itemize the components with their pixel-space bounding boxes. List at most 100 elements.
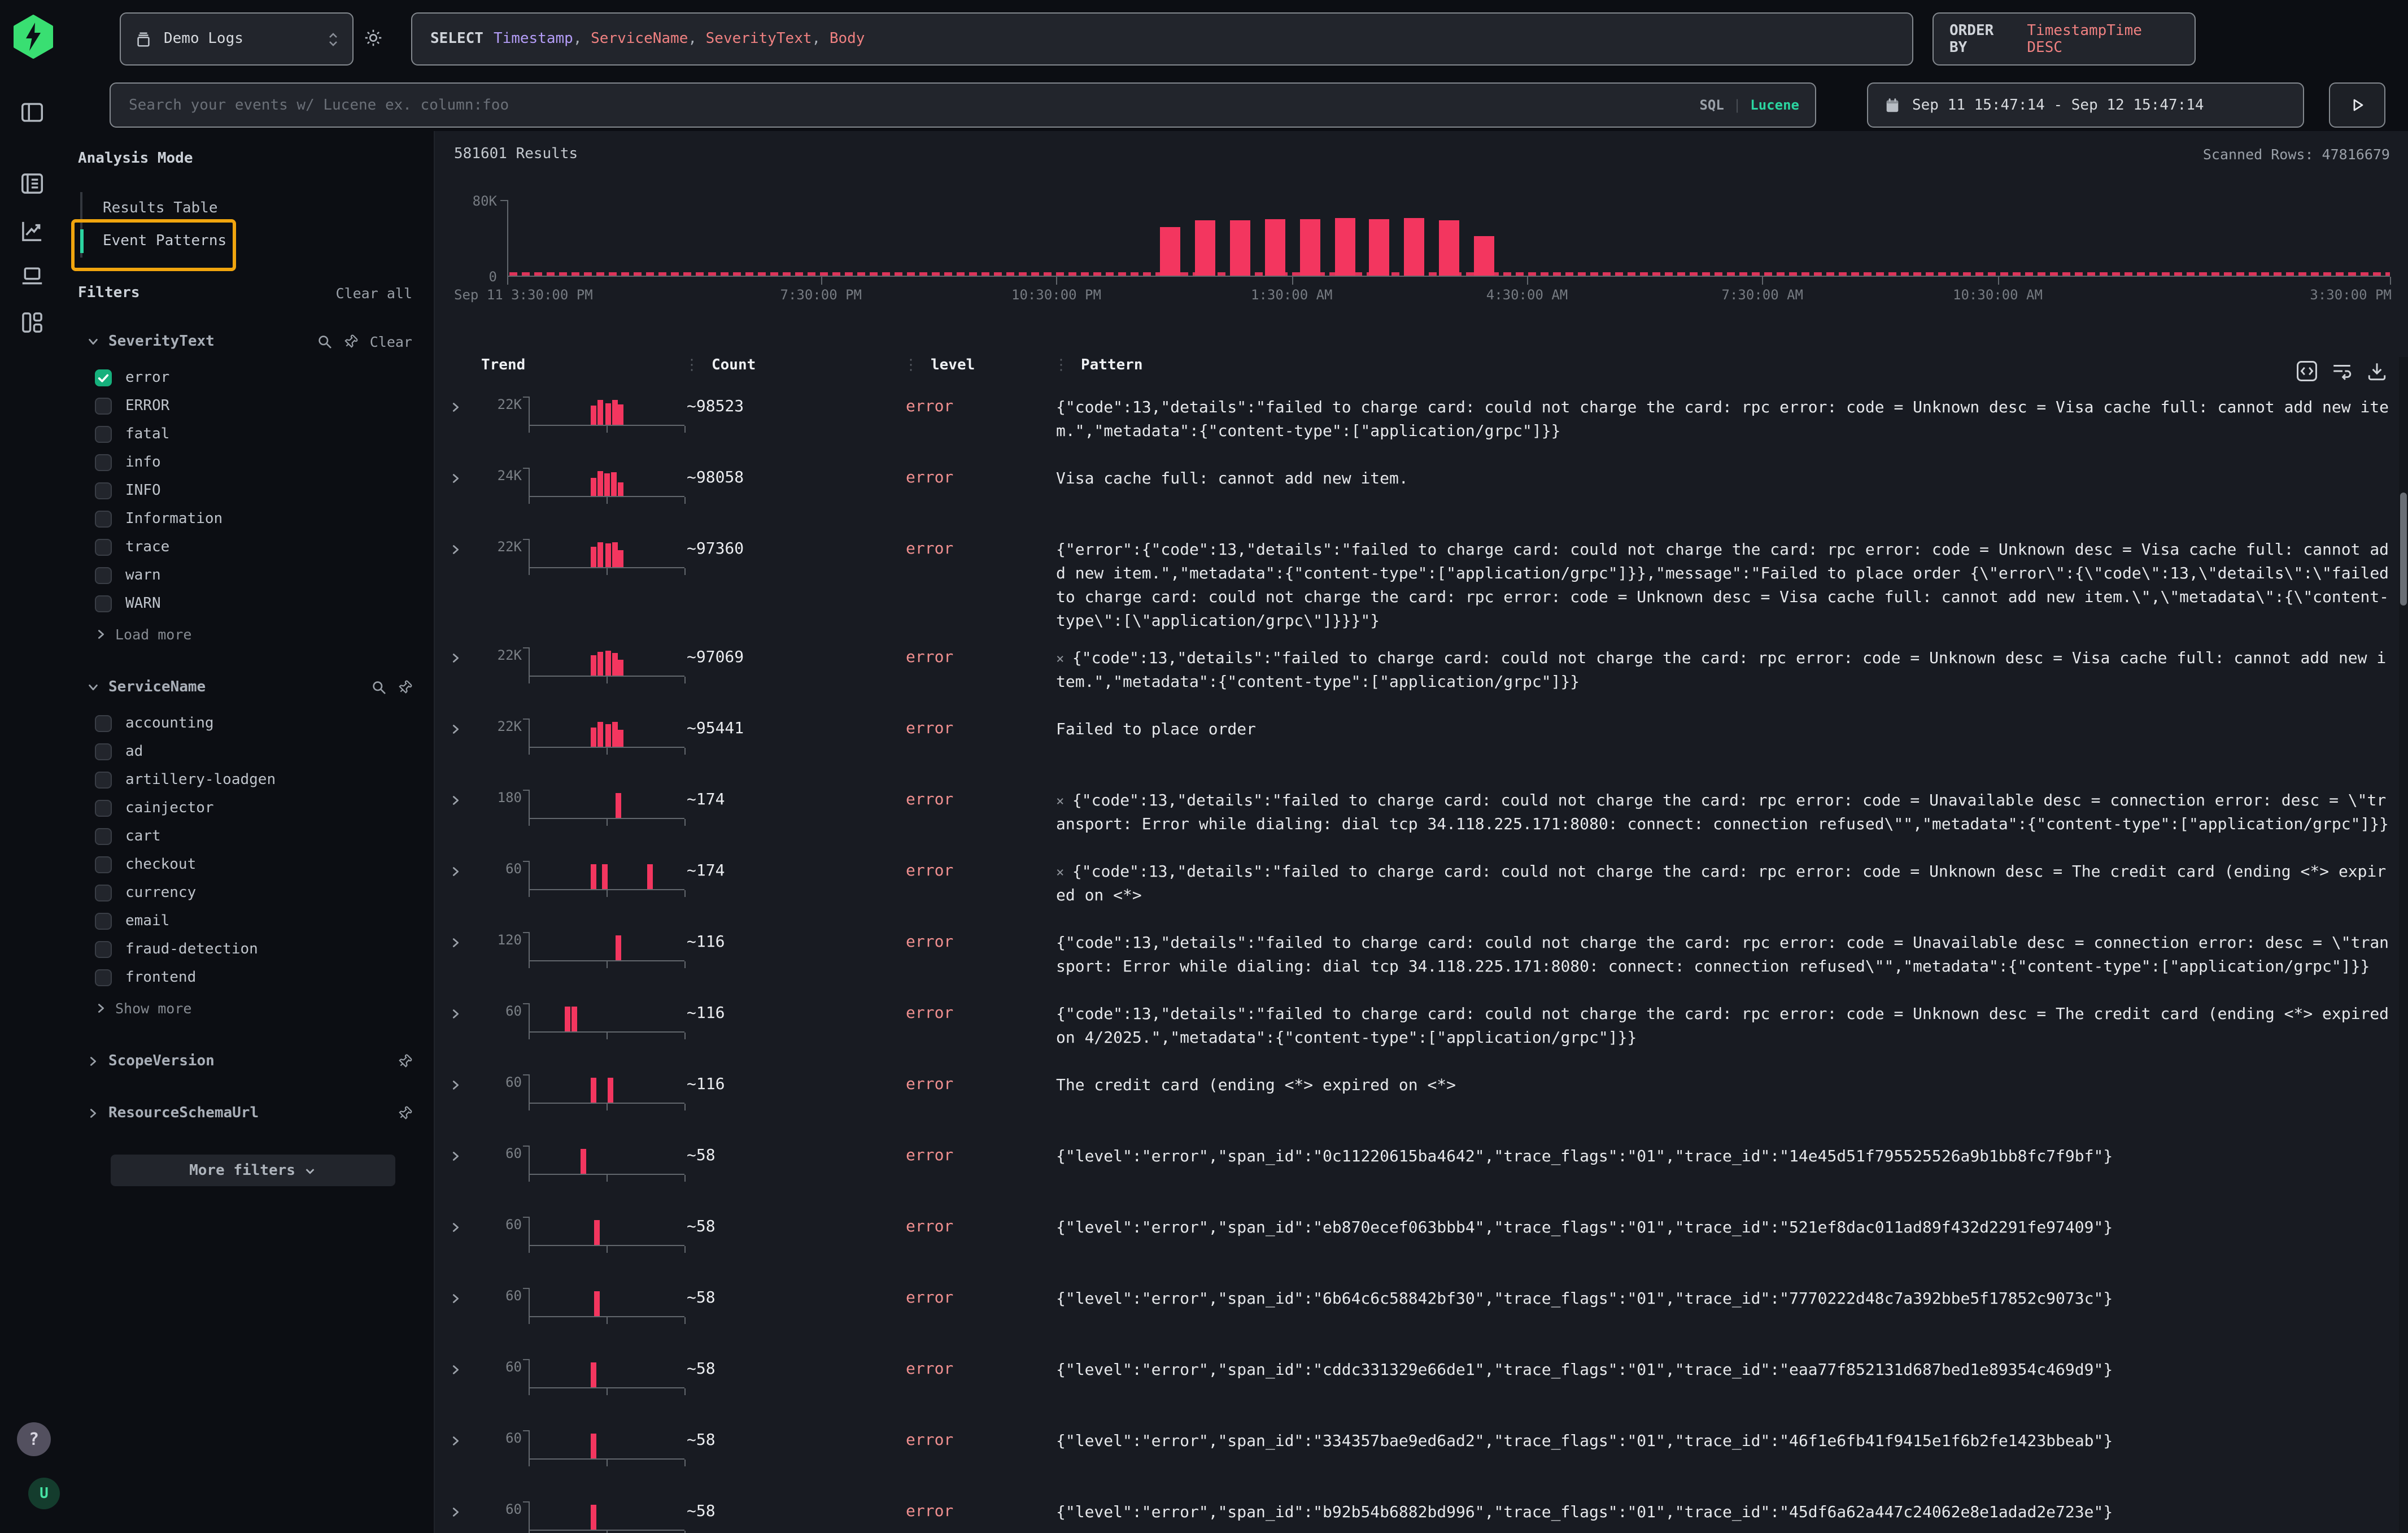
row-expand-chevron-icon[interactable] (450, 1364, 481, 1376)
filter-option-trace[interactable]: trace (95, 533, 418, 561)
row-expand-chevron-icon[interactable] (450, 1008, 481, 1020)
row-expand-chevron-icon[interactable] (450, 472, 481, 485)
checkbox-unchecked[interactable] (95, 743, 112, 760)
filter-option-info[interactable]: info (95, 448, 418, 477)
pattern-row[interactable]: 120~116error{"code":13,"details":"failed… (435, 930, 2399, 1001)
checkbox-unchecked[interactable] (95, 567, 112, 584)
filter-option-artillery-loadgen[interactable]: artillery-loadgen (95, 766, 418, 794)
filter-option-error[interactable]: error (95, 364, 418, 392)
source-selector[interactable]: Demo Logs (120, 12, 354, 66)
row-expand-chevron-icon[interactable] (450, 652, 481, 664)
filter-option-email[interactable]: email (95, 907, 418, 935)
results-histogram[interactable]: 80K0Sep 11 3:30:00 PM7:30:00 PM10:30:00 … (507, 200, 2390, 277)
pattern-row[interactable]: 60~58error{"level":"error","span_id":"cd… (435, 1357, 2399, 1428)
search-icon[interactable] (372, 680, 386, 694)
pattern-row[interactable]: 22K~97360error{"error":{"code":13,"detai… (435, 537, 2399, 645)
pattern-row[interactable]: 22K~95441errorFailed to place order (435, 716, 2399, 787)
checkbox-unchecked[interactable] (95, 595, 112, 612)
pattern-row[interactable]: 60~58error{"level":"error","span_id":"b9… (435, 1499, 2399, 1533)
column-drag-handle-icon[interactable]: ⋮ (904, 357, 918, 374)
pattern-row[interactable]: 22K~97069error× {"code":13,"details":"fa… (435, 645, 2399, 716)
filter-option-ad[interactable]: ad (95, 738, 418, 766)
checkbox-unchecked[interactable] (95, 539, 112, 556)
checkbox-unchecked[interactable] (95, 398, 112, 415)
checkbox-unchecked[interactable] (95, 454, 112, 471)
time-range-picker[interactable]: Sep 11 15:47:14 - Sep 12 15:47:14 (1867, 82, 2304, 128)
row-expand-chevron-icon[interactable] (450, 1079, 481, 1091)
scrollbar-track[interactable] (2399, 357, 2408, 1533)
dashboards-nav-icon[interactable] (19, 310, 45, 336)
load-more-link[interactable]: Load more (95, 620, 418, 647)
checkbox-checked[interactable] (95, 369, 112, 386)
filter-option-warn[interactable]: warn (95, 561, 418, 590)
scrollbar-thumb[interactable] (2400, 493, 2407, 606)
row-expand-chevron-icon[interactable] (450, 1506, 481, 1518)
pin-icon[interactable] (344, 334, 359, 349)
column-header-level[interactable]: ⋮level (906, 357, 1056, 374)
pin-icon[interactable] (398, 680, 412, 694)
checkbox-unchecked[interactable] (95, 426, 112, 443)
mode-sql[interactable]: SQL (1699, 97, 1724, 113)
clear-all-filters-link[interactable]: Clear all (336, 285, 412, 302)
row-expand-chevron-icon[interactable] (450, 794, 481, 807)
pattern-row[interactable]: 60~116error{"code":13,"details":"failed … (435, 1001, 2399, 1072)
app-logo-icon[interactable] (12, 15, 54, 59)
filter-group-header-scopeversion[interactable]: ScopeVersion (87, 1048, 418, 1073)
row-expand-chevron-icon[interactable] (450, 1221, 481, 1234)
filter-option-currency[interactable]: currency (95, 879, 418, 907)
help-button[interactable]: ? (17, 1422, 51, 1456)
row-expand-chevron-icon[interactable] (450, 937, 481, 949)
filter-option-fatal[interactable]: fatal (95, 420, 418, 448)
sql-select-editor[interactable]: SELECT Timestamp, ServiceName, SeverityT… (411, 12, 1913, 66)
pattern-row[interactable]: 60~116errorThe credit card (ending <*> e… (435, 1072, 2399, 1143)
filter-option-warn[interactable]: WARN (95, 590, 418, 618)
filter-option-cart[interactable]: cart (95, 822, 418, 851)
pattern-row[interactable]: 60~58error{"level":"error","span_id":"eb… (435, 1214, 2399, 1286)
checkbox-unchecked[interactable] (95, 772, 112, 789)
column-header-count[interactable]: ⋮Count (687, 357, 906, 374)
tab-event-patterns[interactable]: Event Patterns (82, 225, 418, 258)
column-header-pattern[interactable]: ⋮Pattern (1056, 357, 2390, 374)
pin-icon[interactable] (398, 1105, 412, 1120)
checkbox-unchecked[interactable] (95, 856, 112, 873)
row-expand-chevron-icon[interactable] (450, 1435, 481, 1447)
sessions-nav-icon[interactable] (19, 263, 45, 289)
filter-option-checkout[interactable]: checkout (95, 851, 418, 879)
row-expand-chevron-icon[interactable] (450, 723, 481, 735)
column-header-trend[interactable]: Trend (481, 357, 687, 374)
order-by-editor[interactable]: ORDER BY TimestampTime DESC (1932, 12, 2196, 66)
row-expand-chevron-icon[interactable] (450, 865, 481, 878)
pattern-row[interactable]: 60~58error{"level":"error","span_id":"33… (435, 1428, 2399, 1499)
pattern-row[interactable]: 24K~98058errorVisa cache full: cannot ad… (435, 465, 2399, 537)
checkbox-unchecked[interactable] (95, 885, 112, 901)
filter-option-accounting[interactable]: accounting (95, 709, 418, 738)
mode-lucene[interactable]: Lucene (1750, 97, 1799, 113)
search-icon[interactable] (318, 334, 333, 349)
pattern-row[interactable]: 180~174error× {"code":13,"details":"fail… (435, 787, 2399, 859)
column-drag-handle-icon[interactable]: ⋮ (684, 357, 699, 374)
tab-results-table[interactable]: Results Table (82, 192, 418, 225)
pattern-row[interactable]: 60~58error{"level":"error","span_id":"0c… (435, 1143, 2399, 1214)
checkbox-unchecked[interactable] (95, 828, 112, 845)
filter-option-info[interactable]: INFO (95, 477, 418, 505)
checkbox-unchecked[interactable] (95, 969, 112, 986)
more-filters-button[interactable]: More filters (111, 1155, 395, 1186)
checkbox-unchecked[interactable] (95, 482, 112, 499)
row-expand-chevron-icon[interactable] (450, 1150, 481, 1162)
run-query-button[interactable] (2329, 82, 2385, 128)
filter-option-cainjector[interactable]: cainjector (95, 794, 418, 822)
checkbox-unchecked[interactable] (95, 913, 112, 930)
search-input[interactable] (126, 95, 1690, 115)
pattern-row[interactable]: 22K~98523error{"code":13,"details":"fail… (435, 394, 2399, 465)
user-avatar[interactable]: U (28, 1478, 60, 1509)
pattern-row[interactable]: 60~174error× {"code":13,"details":"faile… (435, 859, 2399, 930)
filter-group-header-resourceschemaurl[interactable]: ResourceSchemaUrl (87, 1100, 418, 1125)
filter-option-frontend[interactable]: frontend (95, 964, 418, 992)
show-more-link[interactable]: Show more (95, 994, 418, 1021)
settings-gear-button[interactable] (363, 27, 384, 49)
checkbox-unchecked[interactable] (95, 715, 112, 732)
pattern-row[interactable]: 60~58error{"level":"error","span_id":"6b… (435, 1286, 2399, 1357)
pin-icon[interactable] (398, 1053, 412, 1068)
filter-option-error[interactable]: ERROR (95, 392, 418, 420)
row-expand-chevron-icon[interactable] (450, 543, 481, 556)
